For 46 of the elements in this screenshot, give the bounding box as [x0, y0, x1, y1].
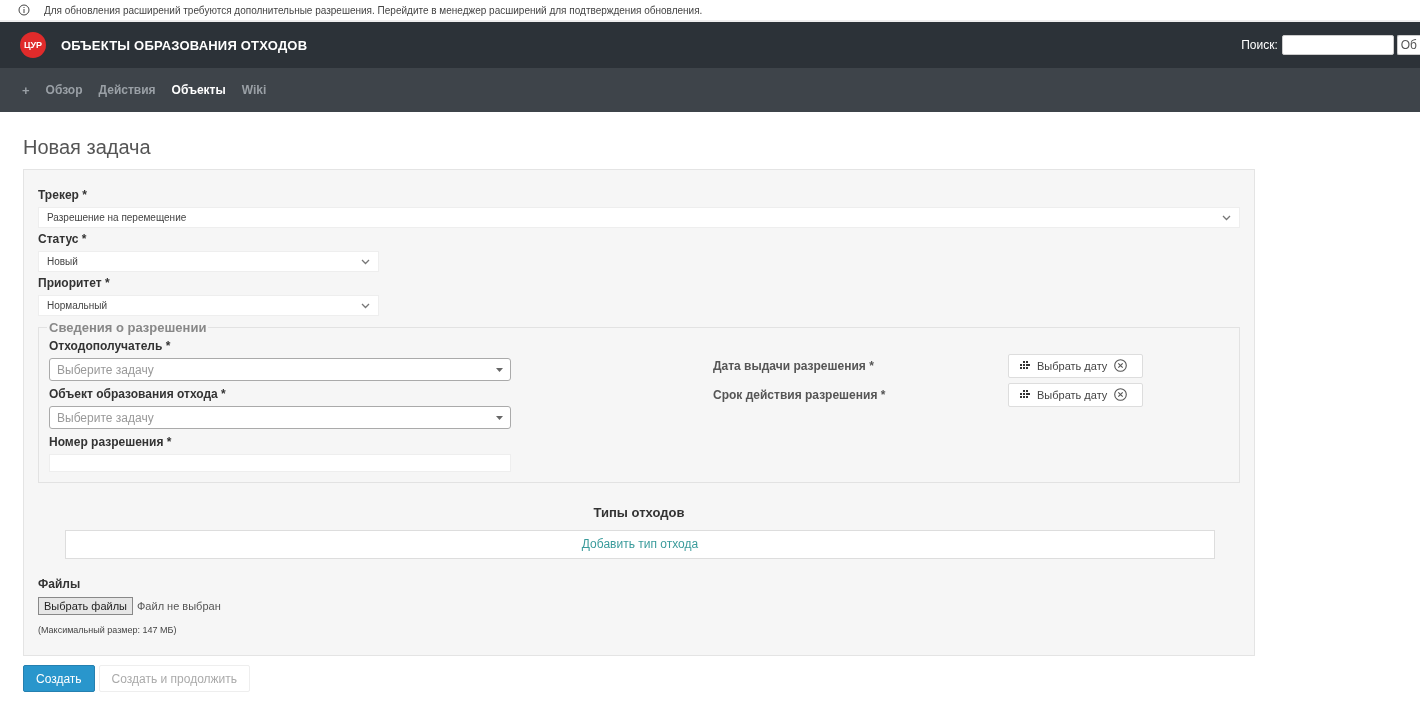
field-label: Отходополучатель * [49, 339, 172, 353]
info-icon [18, 4, 30, 16]
choose-files-button[interactable]: Выбрать файлы [38, 597, 133, 615]
field-label: Дата выдачи разрешения * [713, 358, 874, 373]
select-field[interactable]: Новый [38, 251, 379, 272]
fieldset-legend: Сведения о разрешении [47, 320, 209, 335]
file-status: Файл не выбран [137, 600, 221, 612]
clear-icon[interactable] [1114, 359, 1128, 372]
nav-tab[interactable]: Действия [98, 83, 156, 97]
caret-down-icon [496, 415, 503, 420]
caret-down-icon [496, 367, 503, 372]
nav-tab[interactable]: Объекты [171, 83, 226, 97]
chevron-down-icon [361, 302, 370, 309]
logo[interactable]: ЦУР [20, 32, 46, 58]
field-label: Статус * [38, 232, 88, 246]
section-heading: Типы отходов [592, 505, 686, 520]
dropdown-field[interactable]: Выберите задачу [49, 358, 511, 381]
field-label: Объект образования отхода * [49, 387, 227, 401]
date-picker[interactable]: Выбрать дату [1008, 353, 1143, 378]
create-button[interactable]: Создать [23, 665, 95, 692]
field-label: Файлы [38, 577, 82, 591]
field-label: Трекер * [38, 188, 88, 202]
field-label: Номер разрешения * [49, 435, 173, 449]
field-label: Приоритет * [38, 276, 111, 290]
new-item-link[interactable]: + [22, 82, 30, 98]
field-label: Срок действия разрешения * [713, 387, 886, 402]
chevron-down-icon [361, 258, 370, 265]
add-waste-type-link[interactable]: Добавить тип отхода [65, 530, 1215, 559]
search-field[interactable] [1281, 35, 1394, 55]
nav-tab[interactable]: Обзор [45, 83, 83, 97]
calendar-icon [1019, 361, 1030, 370]
notice-text: Для обновления расширений требуются дополнительные разрешения. Перейдите в менеджер расширений для подтверждения обновления. [44, 4, 703, 16]
search-button[interactable]: Об [1396, 35, 1420, 55]
select-field[interactable]: Разрешение на перемещение [38, 207, 1240, 228]
search-label: Поиск: [1241, 38, 1278, 52]
project-title: ОБЪЕКТЫ ОБРАЗОВАНИЯ ОТХОДОВ [61, 37, 309, 53]
date-picker[interactable]: Выбрать дату [1008, 382, 1143, 407]
dropdown-field[interactable]: Выберите задачу [49, 406, 511, 429]
clear-icon[interactable] [1114, 388, 1128, 401]
select-field[interactable]: Нормальный [38, 295, 379, 316]
chevron-down-icon [1222, 214, 1231, 221]
nav-tab[interactable]: Wiki [241, 83, 267, 97]
calendar-icon [1019, 390, 1030, 399]
size-hint: (Максимальный размер: 147 МБ) [38, 625, 178, 635]
page-title: Новая задача [23, 136, 152, 159]
create-continue-button[interactable]: Создать и продолжить [98, 665, 251, 692]
